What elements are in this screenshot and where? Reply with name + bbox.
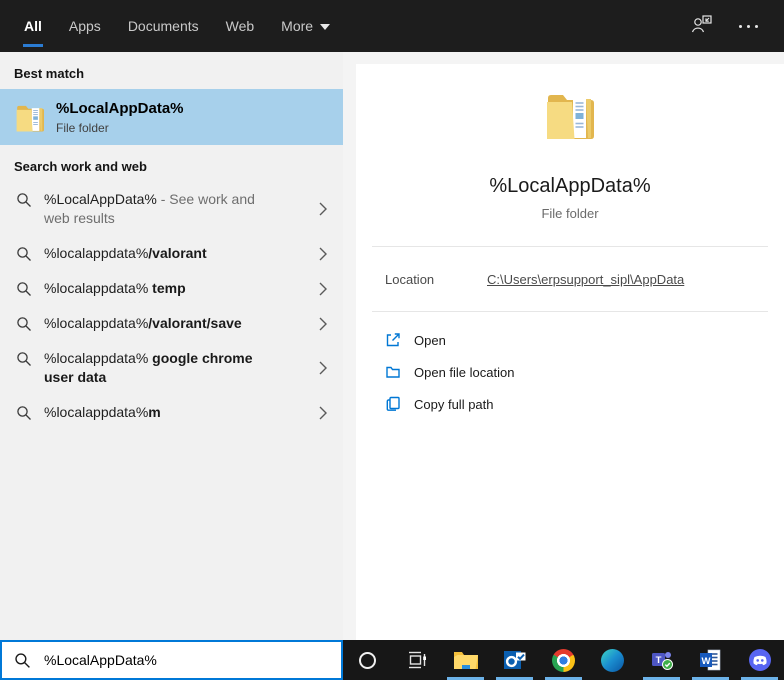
suggestion-query: %LocalAppData% bbox=[44, 191, 157, 207]
taskbar-chrome-button[interactable] bbox=[539, 640, 588, 680]
preview-panel: %LocalAppData% File folder Location C:\U… bbox=[356, 64, 784, 640]
suggestion-row[interactable]: %localappdata% google chrome user data bbox=[0, 341, 343, 395]
taskbar-outlook-button[interactable] bbox=[490, 640, 539, 680]
suggestion-row[interactable]: %localappdata%m bbox=[0, 395, 343, 430]
svg-text:W: W bbox=[701, 656, 710, 667]
taskbar-task-view-button[interactable] bbox=[392, 640, 441, 680]
search-icon bbox=[17, 406, 31, 420]
best-match-header: Best match bbox=[14, 66, 85, 81]
taskbar-discord-button[interactable] bbox=[735, 640, 784, 680]
chevron-right-icon[interactable] bbox=[319, 361, 327, 375]
suggestion-query: %localappdata% bbox=[44, 404, 149, 420]
tab-more-label: More bbox=[281, 18, 314, 34]
open-button[interactable]: Open bbox=[356, 324, 784, 356]
best-match-result[interactable]: %LocalAppData% File folder bbox=[0, 89, 343, 145]
chevron-down-icon bbox=[320, 24, 331, 30]
best-match-subtitle: File folder bbox=[56, 120, 109, 135]
suggestion-query: %localappdata% bbox=[44, 315, 149, 331]
cortana-icon bbox=[359, 651, 376, 669]
suggestion-row[interactable]: %LocalAppData% - See work and web result… bbox=[0, 182, 343, 236]
taskbar: T W bbox=[343, 640, 784, 680]
open-file-location-button[interactable]: Open file location bbox=[356, 356, 784, 388]
best-match-title: %LocalAppData% bbox=[56, 99, 184, 117]
suggestion-completion: /valorant/save bbox=[148, 315, 242, 331]
teams-icon: T bbox=[651, 652, 673, 670]
search-icon bbox=[17, 193, 31, 207]
web-section-header: Search work and web bbox=[14, 159, 147, 174]
suggestion-query: %localappdata% bbox=[44, 280, 149, 296]
preview-title: %LocalAppData% bbox=[489, 175, 651, 197]
chevron-right-icon[interactable] bbox=[319, 247, 327, 261]
location-path-link[interactable]: C:\Users\erpsupport_sipl\AppData bbox=[487, 272, 684, 287]
taskbar-cortana-button[interactable] bbox=[343, 640, 392, 680]
taskbar-edge-button[interactable] bbox=[588, 640, 637, 680]
suggestion-completion: m bbox=[148, 404, 161, 420]
taskbar-file-explorer-button[interactable] bbox=[441, 640, 490, 680]
tab-web-label: Web bbox=[225, 18, 255, 34]
suggestion-row[interactable]: %localappdata%/valorant bbox=[0, 236, 343, 271]
chevron-right-icon[interactable] bbox=[319, 317, 327, 331]
suggestion-query: %localappdata% bbox=[44, 350, 149, 366]
discord-icon bbox=[748, 649, 771, 671]
taskbar-teams-button[interactable]: T bbox=[637, 640, 686, 680]
tab-documents-label: Documents bbox=[127, 18, 199, 34]
tab-apps[interactable]: Apps bbox=[69, 0, 101, 52]
location-label: Location bbox=[385, 271, 435, 287]
task-view-icon bbox=[408, 651, 426, 669]
copy-full-path-label: Copy full path bbox=[414, 396, 494, 412]
folder-icon bbox=[16, 105, 44, 131]
search-icon bbox=[15, 652, 30, 668]
copy-full-path-button[interactable]: Copy full path bbox=[356, 388, 784, 420]
suggestion-query: %localappdata% bbox=[44, 245, 149, 261]
windows-search-flyout: All Apps Documents Web More Best match %… bbox=[0, 0, 784, 680]
account-feedback-icon[interactable] bbox=[691, 14, 713, 39]
copy-icon bbox=[386, 396, 400, 411]
location-row: Location C:\Users\erpsupport_sipl\AppDat… bbox=[356, 247, 784, 311]
taskbar-word-button[interactable]: W bbox=[686, 640, 735, 680]
tab-all[interactable]: All bbox=[23, 0, 43, 52]
chrome-icon bbox=[552, 648, 575, 672]
open-external-icon bbox=[386, 333, 400, 347]
folder-outline-icon bbox=[386, 366, 400, 378]
search-icon bbox=[17, 247, 31, 261]
folder-icon bbox=[547, 95, 594, 139]
search-input[interactable] bbox=[44, 652, 304, 668]
tab-web[interactable]: Web bbox=[226, 0, 255, 52]
open-file-location-label: Open file location bbox=[414, 364, 515, 380]
chevron-right-icon[interactable] bbox=[319, 202, 327, 216]
tab-apps-label: Apps bbox=[68, 18, 101, 34]
tab-documents[interactable]: Documents bbox=[128, 0, 199, 52]
word-icon: W bbox=[699, 649, 720, 671]
search-box[interactable] bbox=[0, 640, 343, 680]
suggestion-completion: /valorant bbox=[148, 245, 207, 261]
results-panel: Best match %LocalAppData% File folder Se… bbox=[0, 52, 343, 640]
suggestion-row[interactable]: %localappdata% temp bbox=[0, 271, 343, 306]
chevron-right-icon[interactable] bbox=[319, 406, 327, 420]
outlook-icon bbox=[503, 651, 525, 669]
svg-text:T: T bbox=[655, 655, 661, 666]
ellipsis-icon[interactable] bbox=[739, 24, 758, 28]
suggestion-row[interactable]: %localappdata%/valorant/save bbox=[0, 306, 343, 341]
preview-subtitle: File folder bbox=[541, 206, 599, 221]
suggestion-completion: temp bbox=[148, 280, 186, 296]
open-label: Open bbox=[414, 332, 446, 348]
search-filter-bar: All Apps Documents Web More bbox=[0, 0, 784, 52]
action-list: Open Open file location Copy full path bbox=[356, 312, 784, 420]
filter-tabs: All Apps Documents Web More bbox=[23, 0, 331, 52]
tab-all-label: All bbox=[24, 18, 42, 34]
chevron-right-icon[interactable] bbox=[319, 282, 327, 296]
tab-more[interactable]: More bbox=[281, 0, 331, 52]
search-icon bbox=[17, 282, 31, 296]
search-icon bbox=[17, 317, 31, 331]
file-explorer-icon bbox=[453, 652, 478, 669]
search-icon bbox=[17, 352, 31, 366]
edge-icon bbox=[601, 648, 624, 672]
